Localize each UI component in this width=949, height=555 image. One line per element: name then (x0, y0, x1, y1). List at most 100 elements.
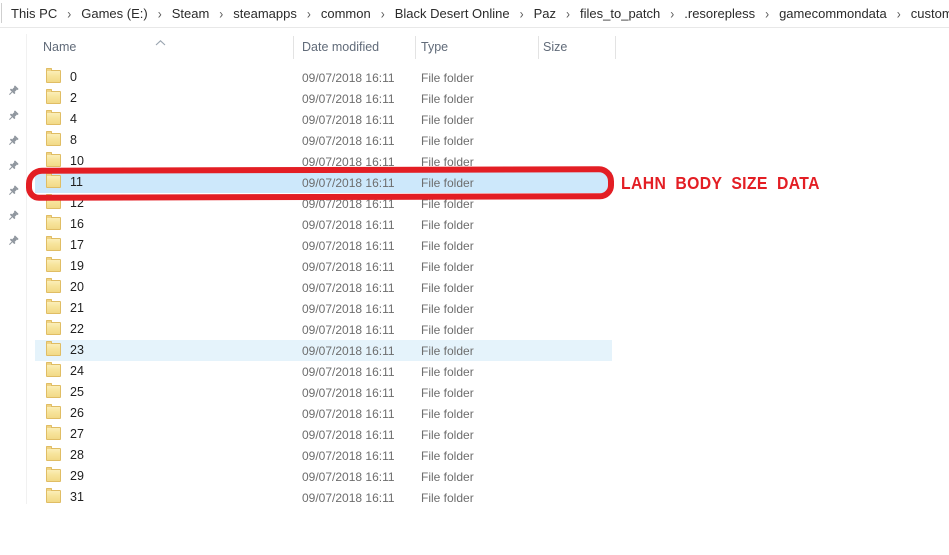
breadcrumb-item[interactable]: Black Desert Online (393, 5, 512, 22)
file-row[interactable]: 1609/07/2018 16:11File folder (35, 214, 612, 235)
file-name: 11 (70, 175, 83, 189)
file-explorer-window: This PC›Games (E:)›Steam›steamapps›commo… (0, 0, 949, 555)
file-row[interactable]: 2509/07/2018 16:11File folder (35, 382, 612, 403)
pushpin-icon[interactable] (7, 159, 19, 171)
file-name: 19 (70, 259, 84, 273)
file-row[interactable]: 3109/07/2018 16:11File folder (35, 487, 612, 508)
folder-icon (46, 448, 61, 461)
file-name: 10 (70, 154, 84, 168)
folder-icon (46, 385, 61, 398)
file-row[interactable]: 17 09/07/2018 16:11 File folder (35, 235, 612, 256)
date-modified: 09/07/2018 16:11 (302, 239, 395, 253)
file-row[interactable]: 2309/07/2018 16:11File folder (35, 340, 612, 361)
column-resize-handle[interactable] (293, 36, 294, 59)
folder-icon (46, 91, 61, 104)
pushpin-icon[interactable] (7, 234, 19, 246)
column-resize-handle[interactable] (415, 36, 416, 59)
file-type: File folder (421, 176, 474, 190)
file-type: File folder (421, 302, 474, 316)
file-name: 31 (70, 490, 84, 504)
file-type: File folder (421, 197, 474, 211)
breadcrumb-item[interactable]: steamapps (231, 5, 299, 22)
breadcrumb-item[interactable]: Games (E:) (79, 5, 149, 22)
pushpin-icon[interactable] (7, 109, 19, 121)
column-resize-handle[interactable] (538, 36, 539, 59)
column-headers: Name Date modified Type Size (0, 32, 949, 62)
folder-icon (46, 175, 61, 188)
pushpin-icon[interactable] (7, 184, 19, 196)
breadcrumb-separator-icon: › (307, 5, 311, 21)
file-type: File folder (421, 344, 474, 358)
file-row[interactable]: 2709/07/2018 16:11File folder (35, 424, 612, 445)
file-row[interactable]: 2009/07/2018 16:11File folder (35, 277, 612, 298)
file-name: 12 (70, 196, 84, 210)
date-modified: 09/07/2018 16:11 (302, 134, 395, 148)
column-resize-handle[interactable] (615, 36, 616, 59)
file-row[interactable]: 1909/07/2018 16:11File folder (35, 256, 612, 277)
folder-icon (46, 364, 61, 377)
breadcrumb-item[interactable]: .resorepless (682, 5, 757, 22)
column-header-date-modified[interactable]: Date modified (302, 40, 379, 54)
folder-icon (46, 70, 61, 83)
file-name: 4 (70, 112, 77, 126)
date-modified: 09/07/2018 16:11 (302, 176, 395, 190)
breadcrumb-item[interactable]: files_to_patch (578, 5, 662, 22)
file-row[interactable]: 1009/07/2018 16:11File folder (35, 151, 612, 172)
breadcrumb-separator-icon: › (670, 5, 674, 21)
file-row[interactable]: 2809/07/2018 16:11File folder (35, 445, 612, 466)
folder-icon (46, 343, 61, 356)
folder-icon (46, 322, 61, 335)
file-type: File folder (421, 365, 474, 379)
file-row[interactable]: 11 09/07/2018 16:11 File folder (35, 172, 612, 193)
date-modified: 09/07/2018 16:11 (302, 365, 395, 379)
file-name: 21 (70, 301, 84, 315)
file-row[interactable]: 2909/07/2018 16:11File folder (35, 466, 612, 487)
file-list: 009/07/2018 16:11File folder209/07/2018 … (35, 67, 612, 508)
folder-icon (46, 301, 61, 314)
file-row[interactable]: 2209/07/2018 16:11File folder (35, 319, 612, 340)
breadcrumb-item[interactable]: Paz (532, 5, 558, 22)
file-type: File folder (421, 155, 474, 169)
quick-access-pins (0, 0, 26, 555)
file-row[interactable]: 409/07/2018 16:11File folder (35, 109, 612, 130)
sort-ascending-icon (155, 33, 166, 51)
file-name: 17 (70, 238, 84, 252)
nav-pane-divider (26, 34, 27, 504)
folder-icon (46, 490, 61, 503)
file-name: 16 (70, 217, 84, 231)
date-modified: 09/07/2018 16:11 (302, 281, 395, 295)
folder-icon (46, 259, 61, 272)
file-row[interactable]: 2409/07/2018 16:11File folder (35, 361, 612, 382)
column-header-name[interactable]: Name (43, 40, 76, 54)
file-name: 2 (70, 91, 77, 105)
breadcrumb-item[interactable]: Steam (170, 5, 212, 22)
pushpin-icon[interactable] (7, 209, 19, 221)
file-type: File folder (421, 92, 474, 106)
folder-icon (46, 112, 61, 125)
file-row[interactable]: 209/07/2018 16:11File folder (35, 88, 612, 109)
file-row[interactable]: 2609/07/2018 16:11File folder (35, 403, 612, 424)
breadcrumb-item[interactable]: common (319, 5, 373, 22)
file-row[interactable]: 2109/07/2018 16:11File folder (35, 298, 612, 319)
pushpin-icon[interactable] (7, 84, 19, 96)
breadcrumb-item[interactable]: gamecommondata (777, 5, 889, 22)
breadcrumb-separator-icon: › (158, 5, 162, 21)
file-type: File folder (421, 71, 474, 85)
breadcrumb-item[interactable]: customization (909, 5, 949, 22)
folder-icon (46, 469, 61, 482)
column-header-type[interactable]: Type (421, 40, 448, 54)
date-modified: 09/07/2018 16:11 (302, 260, 395, 274)
file-row[interactable]: 809/07/2018 16:11File folder (35, 130, 612, 151)
date-modified: 09/07/2018 16:11 (302, 344, 395, 358)
breadcrumb-separator-icon: › (67, 5, 71, 21)
folder-icon (46, 133, 61, 146)
file-name: 26 (70, 406, 84, 420)
file-name: 28 (70, 448, 84, 462)
file-row[interactable]: 1209/07/2018 16:11File folder (35, 193, 612, 214)
file-name: 8 (70, 133, 77, 147)
breadcrumb-separator-icon: › (381, 5, 385, 21)
file-type: File folder (421, 239, 474, 253)
column-header-size[interactable]: Size (543, 40, 567, 54)
file-row[interactable]: 009/07/2018 16:11File folder (35, 67, 612, 88)
pushpin-icon[interactable] (7, 134, 19, 146)
